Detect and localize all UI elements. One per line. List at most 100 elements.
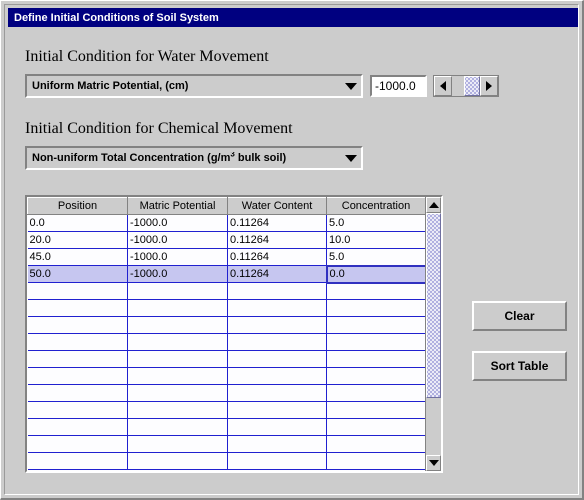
water-condition-dropdown[interactable]: Uniform Matric Potential, (cm) — [25, 74, 363, 98]
table-scroll-track[interactable] — [426, 213, 441, 455]
table-header-row: Position Matric Potential Water Content … — [27, 197, 425, 215]
table-cell[interactable] — [227, 333, 327, 351]
table-cell[interactable] — [326, 452, 425, 470]
table-cell[interactable]: 50.0 — [27, 265, 128, 283]
table-cell[interactable] — [326, 384, 425, 402]
table-row[interactable]: 20.0 -1000.0 0.11264 10.0 — [27, 231, 425, 249]
table-cell[interactable] — [127, 401, 228, 419]
table-cell[interactable] — [127, 452, 228, 470]
table-row[interactable] — [27, 350, 425, 368]
column-header-matric-potential[interactable]: Matric Potential — [127, 197, 228, 215]
table-cell[interactable] — [326, 299, 425, 317]
table-cell[interactable] — [227, 452, 327, 470]
table-cell[interactable] — [27, 299, 128, 317]
table-cell[interactable]: 10.0 — [326, 231, 425, 249]
table-cell[interactable]: 0.11264 — [227, 214, 327, 232]
table-cell[interactable] — [27, 367, 128, 385]
table-cell[interactable] — [227, 418, 327, 436]
table-cell[interactable]: 0.11264 — [227, 231, 327, 249]
table-row[interactable]: 50.0 -1000.0 0.11264 0.0 — [27, 264, 425, 284]
table-cell[interactable] — [27, 435, 128, 453]
table-cell[interactable] — [227, 282, 327, 300]
table-cell[interactable] — [127, 418, 228, 436]
table-cell[interactable] — [227, 299, 327, 317]
table-cell[interactable] — [27, 401, 128, 419]
table-cell[interactable]: 20.0 — [27, 231, 128, 249]
table-cell[interactable] — [227, 401, 327, 419]
table-cell[interactable] — [326, 418, 425, 436]
column-header-concentration[interactable]: Concentration — [326, 197, 425, 215]
table-cell[interactable]: 0.11264 — [227, 248, 327, 266]
table-cell[interactable] — [326, 435, 425, 453]
table-cell[interactable] — [27, 350, 128, 368]
table-row[interactable] — [27, 384, 425, 402]
table-cell[interactable] — [127, 316, 228, 334]
clear-button[interactable]: Clear — [472, 301, 567, 331]
table-cell[interactable] — [127, 282, 228, 300]
conditions-table-body: 0.0 -1000.0 0.11264 5.0 20.0 -1000.0 0.11264 10… — [27, 214, 425, 470]
table-cell[interactable] — [127, 299, 228, 317]
water-value-scrollbar[interactable] — [433, 75, 499, 97]
table-cell[interactable] — [326, 282, 425, 300]
table-cell[interactable] — [127, 367, 228, 385]
table-row[interactable] — [27, 282, 425, 300]
column-header-water-content[interactable]: Water Content — [227, 197, 327, 215]
column-header-position[interactable]: Position — [27, 197, 128, 215]
table-cell[interactable]: 5.0 — [326, 248, 425, 266]
triangle-right-icon[interactable] — [480, 76, 498, 96]
table-cell[interactable] — [27, 333, 128, 351]
table-cell[interactable]: 5.0 — [326, 214, 425, 232]
triangle-up-icon[interactable] — [426, 197, 441, 213]
table-cell[interactable]: 0.11264 — [227, 265, 327, 283]
table-cell[interactable]: 0.0 — [27, 214, 128, 232]
sort-table-button[interactable]: Sort Table — [472, 351, 567, 381]
table-cell[interactable]: -1000.0 — [127, 248, 228, 266]
chemical-condition-dropdown-label: Non-uniform Total Concentration (g/m3 bu… — [27, 152, 341, 164]
table-row[interactable] — [27, 333, 425, 351]
table-cell[interactable] — [326, 316, 425, 334]
table-cell[interactable] — [326, 333, 425, 351]
water-value-field[interactable]: -1000.0 — [370, 75, 427, 97]
table-cell[interactable] — [127, 350, 228, 368]
table-cell[interactable] — [27, 282, 128, 300]
chemical-condition-dropdown[interactable]: Non-uniform Total Concentration (g/m3 bu… — [25, 146, 363, 170]
table-cell[interactable] — [27, 418, 128, 436]
table-cell[interactable] — [227, 316, 327, 334]
table-cell[interactable] — [227, 350, 327, 368]
table-row[interactable] — [27, 452, 425, 470]
table-scroll-thumb[interactable] — [426, 213, 441, 398]
table-cell[interactable] — [127, 333, 228, 351]
table-row[interactable] — [27, 299, 425, 317]
table-row[interactable] — [27, 316, 425, 334]
chevron-down-icon — [341, 154, 361, 162]
triangle-down-icon[interactable] — [426, 455, 441, 471]
table-cell[interactable] — [227, 384, 327, 402]
table-cell[interactable] — [127, 435, 228, 453]
table-cell[interactable] — [326, 350, 425, 368]
table-cell[interactable] — [326, 367, 425, 385]
table-cell[interactable]: -1000.0 — [127, 214, 228, 232]
table-cell[interactable] — [227, 435, 327, 453]
table-cell[interactable]: 45.0 — [27, 248, 128, 266]
chevron-down-icon — [341, 82, 361, 90]
table-cell[interactable] — [326, 401, 425, 419]
triangle-left-icon[interactable] — [434, 76, 452, 96]
table-cell[interactable] — [27, 316, 128, 334]
table-cell[interactable] — [27, 452, 128, 470]
table-row[interactable]: 0.0 -1000.0 0.11264 5.0 — [27, 214, 425, 232]
table-cell[interactable] — [127, 384, 228, 402]
table-row[interactable] — [27, 401, 425, 419]
water-value-scroll-track[interactable] — [452, 76, 480, 96]
table-row[interactable] — [27, 367, 425, 385]
table-row[interactable] — [27, 418, 425, 436]
table-cell[interactable]: -1000.0 — [127, 265, 228, 283]
table-cell[interactable] — [27, 384, 128, 402]
table-vertical-scrollbar[interactable] — [425, 197, 441, 471]
table-row[interactable]: 45.0 -1000.0 0.11264 5.0 — [27, 248, 425, 266]
table-cell[interactable]: -1000.0 — [127, 231, 228, 249]
table-cell[interactable] — [227, 367, 327, 385]
table-row[interactable] — [27, 435, 425, 453]
table-cell[interactable]: 0.0 — [325, 264, 425, 284]
water-value-scroll-thumb[interactable] — [464, 76, 480, 96]
chemical-label-prefix: Non-uniform Total Concentration (g/m — [32, 152, 231, 164]
